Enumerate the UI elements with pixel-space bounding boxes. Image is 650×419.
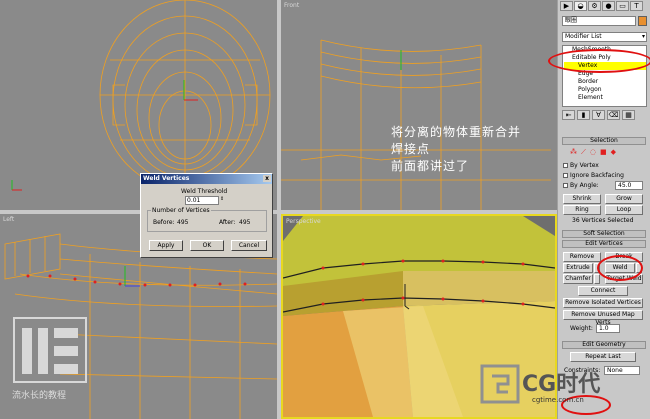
motion-tab[interactable]: ● <box>602 1 615 11</box>
object-name-field[interactable]: 眼圈 <box>562 16 636 26</box>
by-vertex-checkbox[interactable]: By Vertex <box>563 162 599 169</box>
annotation-line-1: 将分离的物体重新合并 <box>391 125 522 139</box>
cgtime-url: cgtime.com.cn <box>532 396 584 404</box>
dialog-titlebar[interactable]: Weld Vertices x <box>141 174 272 184</box>
soft-selection-rollout-header[interactable]: Soft Selection <box>562 230 646 238</box>
remove-unused-map-verts-button[interactable]: Remove Unused Map Verts <box>563 310 643 326</box>
shrink-button[interactable]: Shrink <box>563 194 601 204</box>
apply-button[interactable]: Apply <box>149 240 183 251</box>
make-unique-icon[interactable]: ∀ <box>592 110 605 120</box>
weight-label: Weight: <box>570 325 593 332</box>
after-label: After: <box>219 219 236 226</box>
weld-threshold-label: Weld Threshold <box>181 188 228 195</box>
annotation-circle <box>548 49 650 73</box>
weld-threshold-input[interactable]: 0.01 <box>185 196 219 205</box>
checkbox-icon <box>563 173 568 178</box>
after-value: 495 <box>239 219 251 226</box>
panel-tabs: ▶ ◒ ⚙ ● ▭ T <box>558 0 650 12</box>
grow-button[interactable]: Grow <box>605 194 643 204</box>
edit-geometry-rollout-header[interactable]: Edit Geometry <box>562 341 646 349</box>
create-tab[interactable]: ▶ <box>560 1 573 11</box>
before-label: Before: <box>153 219 175 226</box>
by-angle-input[interactable]: 45.0 <box>615 181 643 190</box>
cgtime-logo-text: CG时代 <box>522 372 601 397</box>
vertex-count-label: Number of Vertices <box>151 207 211 214</box>
edge-mode-icon[interactable]: ⟋ <box>581 148 586 157</box>
checkbox-icon <box>563 183 568 188</box>
annotation-line-2: 焊接点 <box>391 142 431 156</box>
checkbox-icon <box>563 163 568 168</box>
annotation-text: 将分离的物体重新合并 焊接点 前面都讲过了 <box>391 124 521 175</box>
viewport-label: Front <box>284 2 300 9</box>
viewport-label: Perspective <box>286 218 321 225</box>
repeat-last-button[interactable]: Repeat Last <box>570 352 636 362</box>
chamfer-button[interactable]: Chamfer <box>563 274 593 284</box>
subobject-icons: ⁂ ⟋ ◌ ■ ◆ <box>570 148 616 157</box>
close-icon[interactable]: x <box>263 175 271 182</box>
edit-vertices-rollout-header[interactable]: Edit Vertices <box>562 240 646 248</box>
ring-button[interactable]: Ring <box>563 205 601 215</box>
modify-tab[interactable]: ◒ <box>574 1 587 11</box>
element-mode-icon[interactable]: ◆ <box>611 148 616 157</box>
stack-toolbar: ⇤ ▮ ∀ ⌫ ▦ <box>562 110 647 122</box>
cgtime-emblem <box>480 364 520 404</box>
hierarchy-tab[interactable]: ⚙ <box>588 1 601 11</box>
watermark-logo: 流水长的教程 <box>12 316 92 406</box>
by-angle-label: By Angle: <box>570 182 599 189</box>
chamfer-settings-button[interactable] <box>594 274 600 284</box>
vertex-mode-icon[interactable]: ⁂ <box>570 148 577 157</box>
dialog-title: Weld Vertices <box>143 175 190 182</box>
object-color-swatch[interactable] <box>638 16 647 26</box>
selection-status: 36 Vertices Selected <box>572 217 634 224</box>
modifier-list-dropdown[interactable]: Modifier List ▾ <box>562 32 647 42</box>
by-vertex-label: By Vertex <box>570 162 599 169</box>
selection-rollout-header[interactable]: Selection <box>562 137 646 145</box>
by-angle-checkbox[interactable]: By Angle: <box>563 182 599 189</box>
constraints-dropdown[interactable]: None <box>604 366 640 375</box>
show-end-result-icon[interactable]: ▮ <box>577 110 590 120</box>
before-value: 495 <box>177 219 189 226</box>
stack-item-border[interactable]: Border <box>564 78 646 86</box>
configure-sets-icon[interactable]: ▦ <box>622 110 635 120</box>
annotation-line-3: 前面都讲过了 <box>391 159 470 173</box>
cancel-button[interactable]: Cancel <box>231 240 267 251</box>
ignore-backfacing-label: Ignore Backfacing <box>570 172 624 179</box>
connect-button[interactable]: Connect <box>578 286 628 296</box>
ok-button[interactable]: OK <box>190 240 224 251</box>
ignore-backfacing-checkbox[interactable]: Ignore Backfacing <box>563 172 624 179</box>
watermark-emblem <box>13 317 87 383</box>
remove-button[interactable]: Remove <box>563 252 601 262</box>
extrude-button[interactable]: Extrude <box>563 263 593 273</box>
watermark-text: 流水长的教程 <box>12 391 67 401</box>
command-panel: ▶ ◒ ⚙ ● ▭ T 眼圈 Modifier List ▾ MeshSmoot… <box>548 0 650 419</box>
viewport-label: Left <box>3 216 15 223</box>
modifier-list-label: Modifier List <box>565 33 602 40</box>
loop-button[interactable]: Loop <box>605 205 643 215</box>
stack-item-element[interactable]: Element <box>564 94 646 102</box>
stack-item-polygon[interactable]: Polygon <box>564 86 646 94</box>
utilities-tab[interactable]: T <box>630 1 643 11</box>
border-mode-icon[interactable]: ◌ <box>590 148 596 157</box>
spinner-icon[interactable]: ⇕ <box>220 196 224 202</box>
cgtime-logo: CG时代 cgtime.com.cn <box>478 362 608 410</box>
pin-stack-icon[interactable]: ⇤ <box>562 110 575 120</box>
weight-input[interactable]: 1.0 <box>596 324 620 333</box>
wireframe-front <box>281 39 551 210</box>
remove-isolated-vertices-button[interactable]: Remove Isolated Vertices <box>563 298 643 308</box>
remove-modifier-icon[interactable]: ⌫ <box>607 110 620 120</box>
polygon-mode-icon[interactable]: ■ <box>600 148 607 157</box>
display-tab[interactable]: ▭ <box>616 1 629 11</box>
viewport-front[interactable]: Front <box>281 0 557 210</box>
chevron-down-icon: ▾ <box>641 33 645 40</box>
annotation-circle <box>597 255 643 281</box>
weld-vertices-dialog[interactable]: Weld Vertices x Weld Threshold 0.01 ⇕ Nu… <box>140 173 273 258</box>
